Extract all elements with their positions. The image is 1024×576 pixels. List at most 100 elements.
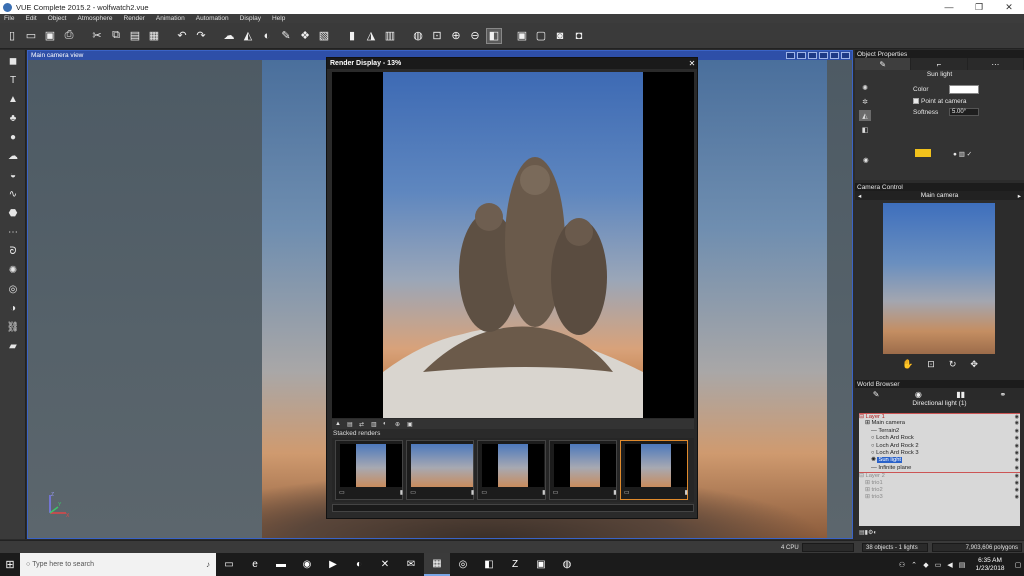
- viewport-option-icon[interactable]: [786, 52, 795, 59]
- tab-animation-icon[interactable]: ⋯: [968, 58, 1024, 70]
- wind-icon[interactable]: ᘐ: [2, 243, 24, 259]
- media-icon[interactable]: ▶: [320, 553, 346, 576]
- tab-aspect-icon[interactable]: ✎: [855, 58, 912, 70]
- print-icon[interactable]: ⎙: [61, 28, 77, 44]
- file-explorer-icon[interactable]: ▬: [268, 553, 294, 576]
- stacked-render-thumbnail[interactable]: ▭ ▮: [406, 440, 475, 500]
- menu-automation[interactable]: Automation: [196, 15, 229, 22]
- camera-next-icon[interactable]: ▸: [1018, 192, 1021, 200]
- view-icon[interactable]: ▭: [553, 489, 559, 496]
- rock-icon[interactable]: ●: [2, 129, 24, 145]
- menu-display[interactable]: Display: [240, 15, 261, 22]
- notification-icon[interactable]: ▢: [1012, 561, 1024, 569]
- mirror-icon[interactable]: ◮: [363, 28, 379, 44]
- globe-icon[interactable]: ◍: [410, 28, 426, 44]
- cut-icon[interactable]: ✂: [89, 28, 105, 44]
- point-at-camera-checkbox[interactable]: [913, 98, 919, 105]
- stacked-render-thumbnail-selected[interactable]: ▭ ▮: [619, 440, 689, 500]
- stacked-render-thumbnail[interactable]: ▭ ▮: [477, 440, 546, 500]
- delete-render-icon[interactable]: ▮: [400, 489, 403, 496]
- volume-icon[interactable]: ◀: [944, 561, 956, 569]
- people-icon[interactable]: ⚇: [896, 561, 908, 569]
- tree-item[interactable]: ⊞ trio1 ◉: [859, 480, 1020, 487]
- point-at-camera-row[interactable]: Point at camera: [913, 98, 967, 105]
- task-view-icon[interactable]: ▭: [216, 553, 242, 576]
- tree-layer[interactable]: ⊟ Layer 1 ◉: [859, 413, 1020, 420]
- tab-materials-icon[interactable]: ◉: [897, 388, 939, 400]
- taskbar-clock[interactable]: 6:35 AM 1/23/2018: [968, 557, 1012, 573]
- atmosphere-editor-icon[interactable]: ☁: [221, 28, 237, 44]
- stacked-renders-scrollbar[interactable]: [332, 504, 694, 512]
- app-icon[interactable]: ▣: [528, 553, 554, 576]
- layer-stack-icon[interactable]: ▰: [2, 338, 24, 354]
- channel-icon[interactable]: ▥: [371, 421, 379, 428]
- taskbar-search-box[interactable]: ○ Type here to search ♪: [20, 553, 216, 576]
- tree-item[interactable]: ○ Loch Ard Rock ◉: [859, 435, 1020, 442]
- new-file-icon[interactable]: ▯: [4, 28, 20, 44]
- tree-item[interactable]: ⊞ Main camera ◉: [859, 420, 1020, 427]
- mail-icon[interactable]: ✉: [398, 553, 424, 576]
- menu-help[interactable]: Help: [272, 15, 285, 22]
- rotate-icon[interactable]: ↻: [949, 359, 957, 373]
- delete-render-icon[interactable]: ▮: [685, 489, 688, 496]
- frame-icon[interactable]: ⊡: [927, 359, 935, 373]
- frame-icon[interactable]: ⊡: [429, 28, 445, 44]
- pan-hand-icon[interactable]: ✋: [902, 359, 913, 373]
- magnify-icon[interactable]: ⊕: [395, 421, 403, 428]
- camera-selector[interactable]: ◂ Main camera ▸: [855, 191, 1024, 200]
- camera-prev-icon[interactable]: ◂: [858, 192, 861, 200]
- film-icon[interactable]: ▧: [316, 28, 332, 44]
- paste-icon[interactable]: ▤: [127, 28, 143, 44]
- filezilla-icon[interactable]: Z: [502, 553, 528, 576]
- tree-item-selected[interactable]: ✺ Sun light ◉: [859, 457, 1020, 464]
- microphone-icon[interactable]: ♪: [206, 560, 210, 569]
- warning-icon[interactable]: ▲: [335, 421, 343, 428]
- menu-edit[interactable]: Edit: [25, 15, 36, 22]
- render-area-icon[interactable]: ▣: [514, 28, 530, 44]
- tree-item[interactable]: ⊞ trio3 ◉: [859, 494, 1020, 501]
- light-color-indicator[interactable]: [915, 149, 931, 157]
- camera-icon[interactable]: ◘: [571, 28, 587, 44]
- visibility-eye-icon[interactable]: ◉: [1015, 450, 1019, 457]
- save-icon[interactable]: ▣: [42, 28, 58, 44]
- world-browser-tree[interactable]: ⊟ Layer 1 ◉ ⊞ Main camera ◉ — Terrain2 ◉ ○ …: [859, 413, 1020, 526]
- visibility-eye-icon[interactable]: ◉: [1015, 494, 1019, 501]
- vue-taskbar-icon[interactable]: ▦: [424, 553, 450, 576]
- menu-file[interactable]: File: [4, 15, 14, 22]
- tab-numerics-icon[interactable]: ⌐: [911, 58, 968, 70]
- tab-links-icon[interactable]: ⚭: [982, 388, 1024, 400]
- cube-icon[interactable]: ◼: [2, 53, 24, 69]
- terrain-icon[interactable]: ▲: [2, 91, 24, 107]
- align-icon[interactable]: ▮: [344, 28, 360, 44]
- sun-icon[interactable]: ✺: [2, 262, 24, 278]
- render-canvas[interactable]: [332, 72, 694, 418]
- visibility-eye-icon[interactable]: ◉: [1015, 457, 1019, 464]
- light-options-icon[interactable]: ◉: [863, 156, 869, 164]
- tab-libraries-icon[interactable]: ▮▮: [940, 388, 982, 400]
- firefox-icon[interactable]: ◐: [346, 553, 372, 576]
- zoom-out-icon[interactable]: ⊖: [467, 28, 483, 44]
- render-display-close-icon[interactable]: ✕: [687, 59, 697, 68]
- view-icon[interactable]: ▭: [624, 489, 630, 496]
- zoom-in-icon[interactable]: ⊕: [448, 28, 464, 44]
- light-icon[interactable]: ◒: [2, 167, 24, 183]
- viewport-frame-icon[interactable]: [830, 52, 839, 59]
- stacked-render-thumbnail[interactable]: ▭ ▮: [548, 440, 617, 500]
- undo-icon[interactable]: ↶: [174, 28, 190, 44]
- text-icon[interactable]: T: [2, 72, 24, 88]
- viewport-maximize-icon[interactable]: [841, 52, 850, 59]
- save-render-icon[interactable]: ▤: [347, 421, 355, 428]
- spline-icon[interactable]: ∿: [2, 186, 24, 202]
- material-editor-icon[interactable]: ◐: [259, 28, 275, 44]
- light-extra-icons[interactable]: ● ▥ ✓: [953, 150, 972, 158]
- tab-objects-icon[interactable]: ✎: [855, 388, 897, 400]
- keyboard-icon[interactable]: ▤: [956, 561, 968, 569]
- app-icon[interactable]: ◎: [450, 553, 476, 576]
- visibility-eye-icon[interactable]: ◉: [1015, 480, 1019, 487]
- visibility-eye-icon[interactable]: ◉: [1015, 487, 1019, 494]
- sun-type-icon[interactable]: ✺: [859, 82, 871, 93]
- path-icon[interactable]: ⋯: [2, 224, 24, 240]
- app-tray-icon[interactable]: ◆: [920, 561, 932, 569]
- visibility-eye-icon[interactable]: ◉: [1015, 443, 1019, 450]
- delete-render-icon[interactable]: ▮: [471, 489, 474, 496]
